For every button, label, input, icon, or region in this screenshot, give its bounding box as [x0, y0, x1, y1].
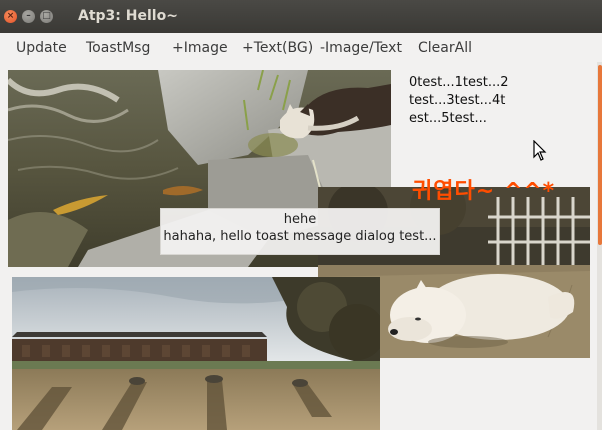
toast-message: hahaha, hello toast message dialog test.… [163, 229, 437, 244]
window-title: Atp3: Hello~ [78, 8, 178, 24]
palace-yard-photo [12, 277, 380, 430]
menu-toast-msg[interactable]: ToastMsg [86, 40, 150, 56]
menu-update[interactable]: Update [16, 40, 67, 56]
menu-remove-image-text[interactable]: -Image/Text [320, 40, 402, 56]
title-bar: × – □ Atp3: Hello~ [0, 0, 602, 33]
korean-overlay-text: 귀엽다~ ^^* [412, 179, 556, 204]
text-line-1: 0test...1test...2 [409, 75, 509, 90]
minimize-icon[interactable]: – [22, 10, 35, 23]
maximize-icon[interactable]: □ [40, 10, 53, 23]
text-line-2: test...3test...4t [409, 93, 506, 108]
toast-title: hehe [283, 212, 317, 227]
toast-dialog: hehe hahaha, hello toast message dialog … [160, 208, 440, 255]
scrollbar-thumb[interactable] [598, 65, 602, 245]
menu-add-text-bg[interactable]: +Text(BG) [242, 40, 313, 56]
mouse-cursor-icon [533, 139, 547, 166]
menu-clear-all[interactable]: ClearAll [418, 40, 472, 56]
menu-add-image[interactable]: +Image [172, 40, 228, 56]
menu-bar: Update ToastMsg +Image +Text(BG) -Image/… [0, 33, 602, 62]
canvas-text-block: 0test...1test...2 test...3test...4t est...… [409, 74, 509, 128]
text-line-3: est...5test... [409, 111, 487, 126]
close-icon[interactable]: × [4, 10, 17, 23]
